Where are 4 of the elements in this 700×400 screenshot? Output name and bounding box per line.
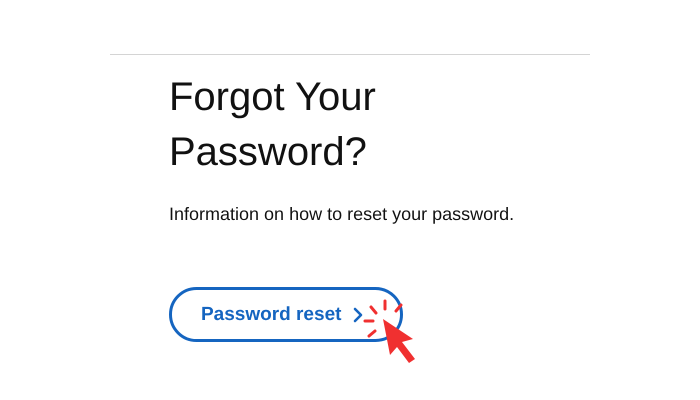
password-reset-button[interactable]: Password reset <box>169 287 403 342</box>
page-heading: Forgot Your Password? <box>169 74 377 176</box>
chevron-right-icon <box>353 306 364 322</box>
description-text: Information on how to reset your password. <box>169 204 514 225</box>
